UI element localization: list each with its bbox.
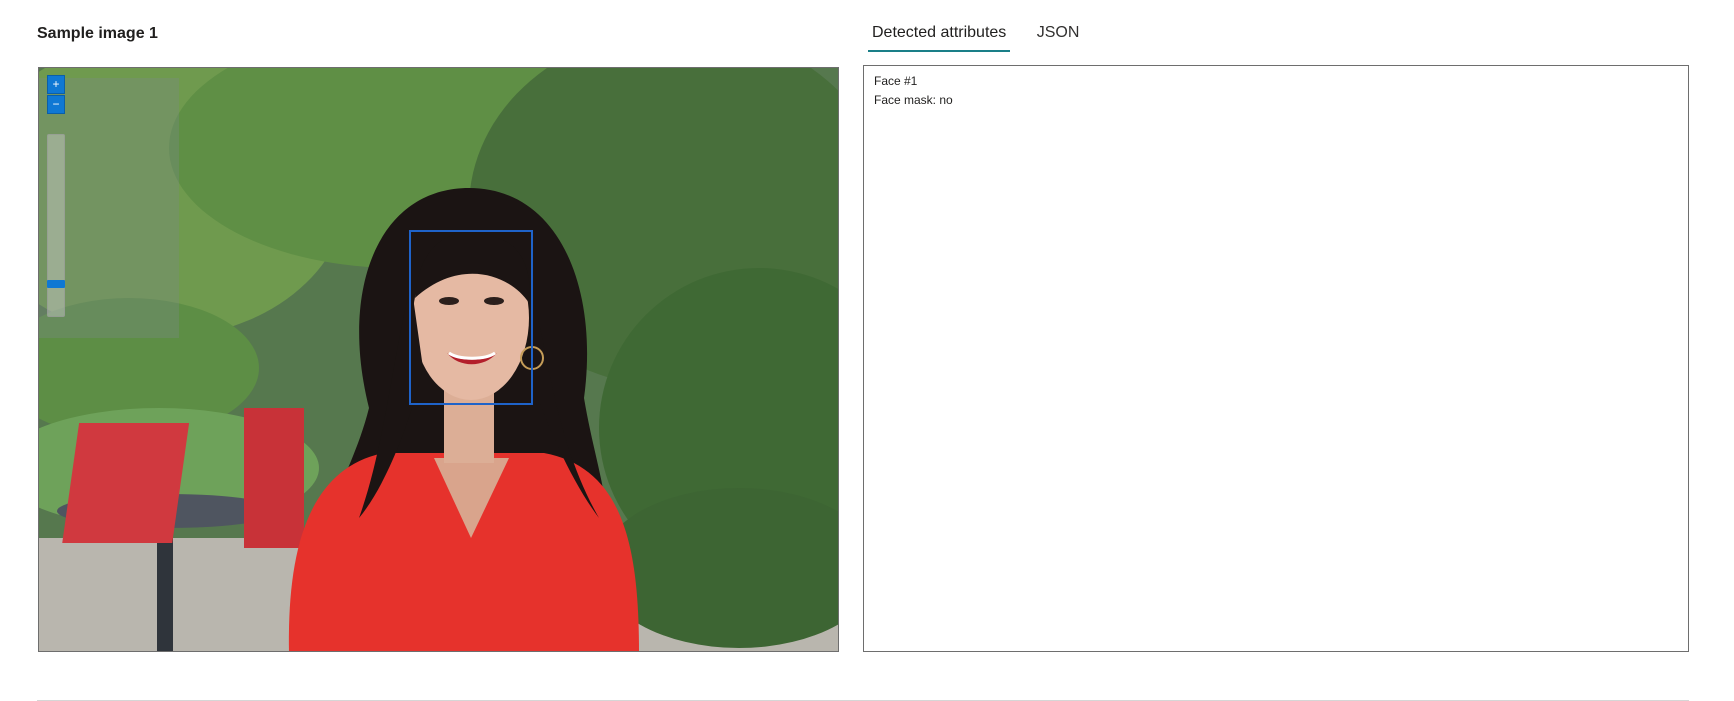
face-bounding-box[interactable] [409,230,533,405]
tab-json[interactable]: JSON [1033,18,1084,50]
results-tabs: Detected attributes JSON [868,18,1101,52]
detected-attributes-panel: Face #1 Face mask: no [863,65,1689,652]
tab-detected-attributes[interactable]: Detected attributes [868,18,1011,52]
sample-title: Sample image 1 [37,25,158,42]
zoom-out-button[interactable]: − [47,95,65,114]
zoom-slider-track[interactable] [47,134,65,317]
zoom-slider-thumb[interactable] [47,280,65,288]
face-title: Face #1 [874,74,918,88]
face-mask-attribute: Face mask: no [874,93,953,107]
zoom-in-button[interactable]: + [47,75,65,94]
image-viewer[interactable]: + − [38,67,839,652]
